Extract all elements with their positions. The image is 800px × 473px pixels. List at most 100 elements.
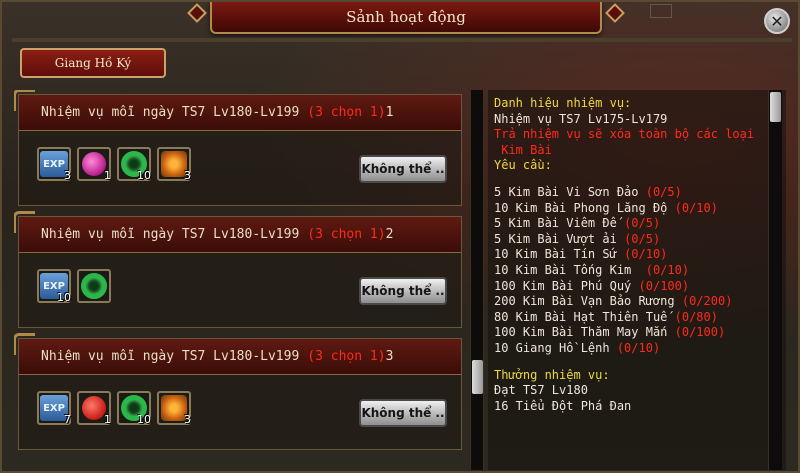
title-ornament-right xyxy=(605,3,625,23)
requirement-text: 200 Kim Bài Vạn Bảo Rương xyxy=(494,294,675,309)
red-bag-icon xyxy=(82,396,106,420)
requirement-text: 100 Kim Bài Thăm May Mắn xyxy=(494,325,668,340)
reward-item[interactable]: EXP 10 xyxy=(37,269,71,304)
requirement-progress: (0/10) xyxy=(674,200,718,215)
quest-action-button[interactable]: Không thể .. xyxy=(359,277,447,305)
requirement-row: 10 Kim Bài Tống Kim (0/10) xyxy=(494,263,786,279)
requirements-list: 5 Kim Bài Vi Sơn Đảo (0/5) 10 Kim Bài Pho… xyxy=(494,185,786,357)
reward-item[interactable]: EXP 3 xyxy=(37,147,71,182)
quest-list[interactable]: Nhiệm vụ mỗi ngày TS7 Lv180-Lv199 (3 chọ… xyxy=(14,90,464,470)
reward-item[interactable] xyxy=(77,269,111,303)
pink-bag-icon xyxy=(82,152,106,176)
item-count: 7 xyxy=(64,413,71,426)
requirement-text: 5 Kim Bài Viêm Đế xyxy=(494,216,617,231)
requirement-text: 100 Kim Bài Phú Quý xyxy=(494,278,632,293)
detail-scrollbar[interactable] xyxy=(768,90,782,470)
quest-action-button[interactable]: Không thể .. xyxy=(359,399,447,427)
rewards-label: Thưởng nhiệm vụ: xyxy=(494,367,610,382)
scrollbar-thumb[interactable] xyxy=(770,92,781,122)
quest-header: Nhiệm vụ mỗi ngày TS7 Lv180-Lv199 (3 chọ… xyxy=(19,339,461,375)
requirement-progress: (0/5) xyxy=(624,231,661,246)
requirement-row: 10 Kim Bài Tín Sứ (0/10) xyxy=(494,247,786,263)
detail-heading: Danh hiệu nhiệm vụ: xyxy=(494,96,632,110)
item-count: 3 xyxy=(184,413,191,426)
quest-card[interactable]: Nhiệm vụ mỗi ngày TS7 Lv180-Lv199 (3 chọ… xyxy=(14,211,462,328)
quest-header: Nhiệm vụ mỗi ngày TS7 Lv180-Lv199 (3 chọ… xyxy=(19,95,461,131)
detail-warning-line-2: Kim Bài xyxy=(494,142,552,157)
item-count: 3 xyxy=(64,169,71,182)
item-count: 10 xyxy=(57,291,71,304)
requirement-row: 10 Kim Bài Phong Lăng Độ (0/10) xyxy=(494,201,786,217)
quest-index: 3 xyxy=(385,349,394,364)
requirement-progress: (0/100) xyxy=(674,325,726,340)
requirement-progress: (0/5) xyxy=(624,216,661,231)
close-button[interactable]: ✕ xyxy=(764,8,790,34)
window-title: Sảnh hoạt động xyxy=(346,8,466,26)
requirement-progress: (0/10) xyxy=(624,247,668,262)
requirement-progress: (0/10) xyxy=(638,262,690,277)
requirement-row: 5 Kim Bài Viêm Đế (0/5) xyxy=(494,216,786,232)
quest-choose-note: (3 chọn 1) xyxy=(307,227,386,242)
reward-items: EXP 7 1 10 3 xyxy=(37,391,191,426)
requirement-row: 10 Giang Hồ Lệnh (0/10) xyxy=(494,341,786,357)
quest-card[interactable]: Nhiệm vụ mỗi ngày TS7 Lv180-Lv199 (3 chọ… xyxy=(14,90,462,206)
title-bar: Sảnh hoạt động xyxy=(187,2,625,34)
tab-label: Giang Hồ Ký xyxy=(54,56,132,70)
requirement-text: 80 Kim Bài Hạt Thiên Tuế xyxy=(494,309,668,324)
requirement-progress: (0/200) xyxy=(681,294,733,309)
quest-title: Nhiệm vụ mỗi ngày TS7 Lv180-Lv199 xyxy=(41,105,300,120)
quest-detail-panel: Danh hiệu nhiệm vụ: Nhiệm vụ TS7 Lv175-L… xyxy=(488,90,786,470)
jade-ring-icon xyxy=(81,273,107,299)
quest-action-button[interactable]: Không thể .. xyxy=(359,155,447,183)
close-icon: ✕ xyxy=(770,11,784,31)
requirement-progress: (0/80) xyxy=(674,309,718,324)
requirement-row: 200 Kim Bài Vạn Bảo Rương (0/200) xyxy=(494,294,786,310)
reward-item[interactable]: 1 xyxy=(77,391,111,426)
divider xyxy=(12,38,792,42)
requirement-progress: (0/10) xyxy=(616,340,661,355)
reward-item[interactable]: EXP 7 xyxy=(37,391,71,426)
reward-row: 16 Tiểu Đột Phá Đan xyxy=(494,398,632,413)
activity-hall-window: Sảnh hoạt động ✕ Giang Hồ Ký Nhiệm vụ mỗ… xyxy=(0,0,800,473)
reward-row: Đạt TS7 Lv180 xyxy=(494,383,588,398)
requirement-text: 10 Giang Hồ Lệnh xyxy=(494,340,610,355)
reward-item[interactable]: 1 xyxy=(77,147,111,182)
reward-item[interactable]: 10 xyxy=(117,147,151,182)
quest-index: 2 xyxy=(385,227,394,242)
tab-giang-ho-ky[interactable]: Giang Hồ Ký xyxy=(20,48,166,78)
requirement-row: 5 Kim Bài Vi Sơn Đảo (0/5) xyxy=(494,185,786,201)
scrollbar-thumb[interactable] xyxy=(472,360,483,394)
quest-choose-note: (3 chọn 1) xyxy=(307,349,386,364)
reward-items: EXP 3 1 10 3 xyxy=(37,147,191,182)
reward-item[interactable]: 3 xyxy=(157,147,191,182)
requirement-text: 10 Kim Bài Tín Sứ xyxy=(494,247,617,262)
item-count: 1 xyxy=(104,169,111,182)
requirement-row: 100 Kim Bài Phú Quý (0/100) xyxy=(494,279,786,295)
requirement-row: 80 Kim Bài Hạt Thiên Tuế (0/80) xyxy=(494,310,786,326)
title-ornament-left xyxy=(187,3,207,23)
grid-icon xyxy=(650,4,672,18)
requirement-text: 5 Kim Bài Vi Sơn Đảo xyxy=(494,184,639,199)
requirement-row: 5 Kim Bài Vượt ải (0/5) xyxy=(494,232,786,248)
item-count: 3 xyxy=(184,169,191,182)
requirement-row: 100 Kim Bài Thăm May Mắn (0/100) xyxy=(494,325,786,341)
item-count: 10 xyxy=(137,169,151,182)
requirement-text: 5 Kim Bài Vượt ải xyxy=(494,231,617,246)
reward-item[interactable]: 10 xyxy=(117,391,151,426)
quest-card[interactable]: Nhiệm vụ mỗi ngày TS7 Lv180-Lv199 (3 chọ… xyxy=(14,333,462,450)
quest-title: Nhiệm vụ mỗi ngày TS7 Lv180-Lv199 xyxy=(41,227,300,242)
quest-title: Nhiệm vụ mỗi ngày TS7 Lv180-Lv199 xyxy=(41,349,300,364)
rewards-list: Đạt TS7 Lv180 16 Tiểu Đột Phá Đan xyxy=(494,383,786,414)
requirement-progress: (0/5) xyxy=(645,184,682,199)
quest-index: 1 xyxy=(385,105,394,120)
reward-item[interactable]: 3 xyxy=(157,391,191,426)
requirement-text: 10 Kim Bài Tống Kim xyxy=(494,262,632,277)
item-count: 1 xyxy=(104,413,111,426)
requirements-label: Yêu cầu: xyxy=(494,158,552,173)
quest-header: Nhiệm vụ mỗi ngày TS7 Lv180-Lv199 (3 chọ… xyxy=(19,217,461,253)
reward-items: EXP 10 xyxy=(37,269,111,304)
quest-list-scrollbar[interactable] xyxy=(470,90,484,470)
quest-choose-note: (3 chọn 1) xyxy=(307,105,386,120)
detail-warning-line-1: Trả nhiệm vụ sẽ xóa toàn bộ các loại xyxy=(494,127,755,142)
requirement-text: 10 Kim Bài Phong Lăng Độ xyxy=(494,200,668,215)
